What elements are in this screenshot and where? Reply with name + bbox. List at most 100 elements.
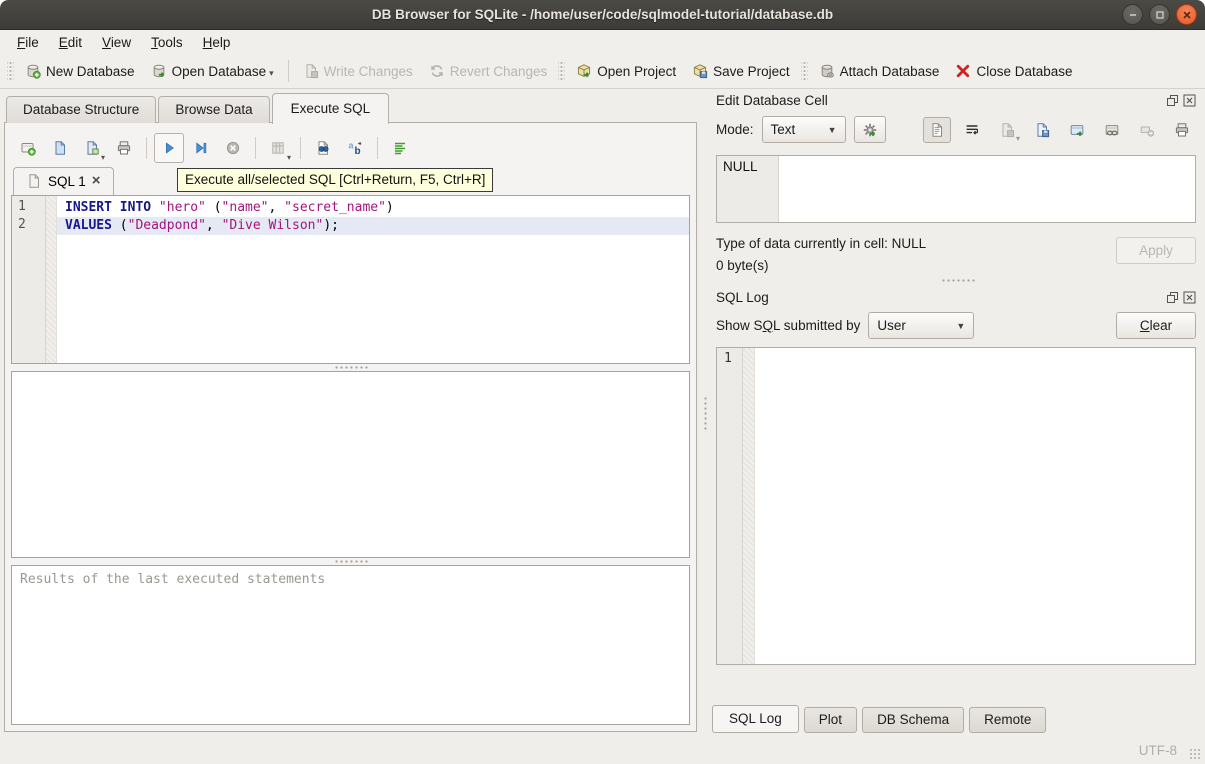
log-filter-value: User (877, 318, 906, 333)
results-grid-pane[interactable] (11, 371, 690, 558)
dock-float-icon[interactable] (1166, 94, 1179, 107)
log-line-number: 1 (724, 351, 742, 366)
attach-database-button[interactable]: Attach Database (811, 59, 948, 83)
save-as-icon (999, 122, 1015, 138)
toolbar-drag-handle[interactable] (558, 61, 565, 81)
save-project-button[interactable]: Save Project (684, 59, 798, 83)
title-bar[interactable]: DB Browser for SQLite - /home/user/code/… (0, 0, 1205, 30)
panel-splitter[interactable] (700, 89, 710, 736)
execute-line-button[interactable] (186, 133, 216, 163)
editor-code-area[interactable]: INSERT INTO "hero" ("name", "secret_name… (57, 196, 689, 363)
toolbar-drag-handle[interactable] (7, 61, 14, 81)
sql-toolbar: ▾ ▾ ab (11, 129, 690, 166)
menu-help[interactable]: Help (194, 33, 240, 52)
apply-button[interactable]: Apply (1116, 237, 1196, 264)
close-button[interactable] (1176, 4, 1197, 25)
mode-select[interactable]: Text ▼ (762, 116, 846, 143)
sql-log-box[interactable]: 1 (716, 347, 1196, 665)
dock-tab-plot[interactable]: Plot (804, 707, 857, 733)
chevron-down-icon: ▼ (956, 321, 965, 331)
dock-close-icon[interactable] (1183, 291, 1196, 304)
find-in-sql-icon (315, 140, 331, 156)
open-link-button[interactable] (1098, 117, 1126, 143)
dock-tab-db-schema[interactable]: DB Schema (862, 707, 964, 733)
replace-in-sql-button[interactable]: ab (340, 133, 370, 163)
open-project-button[interactable]: Open Project (568, 59, 684, 83)
open-sql-file-button[interactable] (45, 133, 75, 163)
new-sql-tab-button[interactable] (13, 133, 43, 163)
close-database-button[interactable]: Close Database (947, 59, 1080, 83)
menu-view[interactable]: View (93, 33, 140, 52)
dock-float-icon[interactable] (1166, 291, 1179, 304)
export-data-button[interactable] (1063, 117, 1091, 143)
execution-results-pane[interactable]: Results of the last executed statements (11, 565, 690, 725)
tab-browse-data[interactable]: Browse Data (158, 96, 269, 123)
maximize-button[interactable] (1149, 4, 1170, 25)
chevron-down-icon[interactable]: ▾ (101, 153, 105, 162)
chevron-down-icon: ▾ (1016, 134, 1020, 143)
menu-edit[interactable]: Edit (50, 33, 91, 52)
mode-value: Text (771, 122, 796, 137)
dock-tab-remote[interactable]: Remote (969, 707, 1046, 733)
save-project-icon (692, 63, 708, 79)
log-filter-select[interactable]: User ▼ (868, 312, 974, 339)
sql-log-dock-title: SQL Log (710, 286, 1205, 307)
execute-line-icon (193, 140, 209, 156)
cell-mode-row: Mode: Text ▼ ▾ (710, 110, 1205, 147)
dock-tab-sql-log[interactable]: SQL Log (712, 705, 799, 733)
clear-log-button[interactable]: Clear (1116, 312, 1196, 339)
apply-data-button[interactable] (854, 116, 886, 143)
open-sql-new-tab-button[interactable]: ▾ (77, 133, 107, 163)
mode-label: Mode: (716, 122, 754, 137)
find-in-sql-button[interactable] (308, 133, 338, 163)
open-database-icon (151, 63, 167, 79)
print-cell-button[interactable] (1168, 117, 1196, 143)
open-database-button[interactable]: Open Database▾ (143, 59, 282, 83)
log-line-numbers: 1 (717, 348, 743, 664)
editor-grid-splitter[interactable] (11, 364, 690, 371)
execute-all-button[interactable] (154, 133, 184, 163)
tab-database-structure[interactable]: Database Structure (6, 96, 156, 123)
open-link-icon (1104, 122, 1120, 138)
word-wrap-icon (964, 122, 980, 138)
cell-editor-box[interactable]: NULL (716, 155, 1196, 223)
cell-type-info: Type of data currently in cell: NULL (716, 233, 926, 255)
menu-bar: FileEditViewToolsHelp (0, 30, 1205, 54)
main-area: Database StructureBrowse DataExecute SQL… (0, 89, 1205, 736)
sql-tab-close-icon[interactable]: × (92, 176, 101, 186)
save-as-button: ▾ (993, 117, 1021, 143)
tab-execute-sql[interactable]: Execute SQL (272, 93, 390, 124)
text-mode-button[interactable] (923, 117, 951, 143)
format-sql-button[interactable] (385, 133, 415, 163)
toolbar-drag-handle[interactable] (801, 61, 808, 81)
code-line[interactable]: VALUES ("Deadpond", "Dive Wilson"); (57, 217, 689, 235)
sql-tab-row: SQL 1 × Execute all/selected SQL [Ctrl+R… (11, 166, 690, 195)
code-line[interactable]: INSERT INTO "hero" ("name", "secret_name… (57, 199, 689, 217)
dock-close-icon[interactable] (1183, 94, 1196, 107)
sql-log-filter-row: Show SQL submitted by User ▼ Clear (710, 307, 1205, 343)
cell-editor-content[interactable] (779, 156, 1195, 222)
edit-cell-title: Edit Database Cell (716, 93, 828, 108)
minimize-button[interactable] (1122, 4, 1143, 25)
sql-editor[interactable]: 12 INSERT INTO "hero" ("name", "secret_n… (11, 195, 690, 364)
write-changes-icon (303, 63, 319, 79)
export-data-icon (1069, 122, 1085, 138)
resize-grip-icon[interactable] (1189, 748, 1202, 761)
import-data-button[interactable] (1028, 117, 1056, 143)
execute-all-icon (161, 140, 177, 156)
encoding-indicator[interactable]: UTF-8 (1139, 743, 1177, 758)
dock-splitter[interactable] (710, 277, 1205, 284)
menu-tools[interactable]: Tools (142, 33, 192, 52)
print-sql-button[interactable] (109, 133, 139, 163)
chevron-down-icon[interactable]: ▾ (287, 153, 291, 162)
sql-tab-label: SQL 1 (48, 174, 86, 189)
grid-results-splitter[interactable] (11, 558, 690, 565)
menu-file[interactable]: File (8, 33, 48, 52)
word-wrap-button[interactable] (958, 117, 986, 143)
set-null-icon (1139, 122, 1155, 138)
sql-document-tab[interactable]: SQL 1 × (13, 167, 114, 195)
new-database-button[interactable]: New Database (17, 59, 143, 83)
save-results-button: ▾ (263, 133, 293, 163)
apply-cell-gear-icon (862, 122, 878, 138)
chevron-down-icon[interactable]: ▾ (269, 68, 274, 79)
